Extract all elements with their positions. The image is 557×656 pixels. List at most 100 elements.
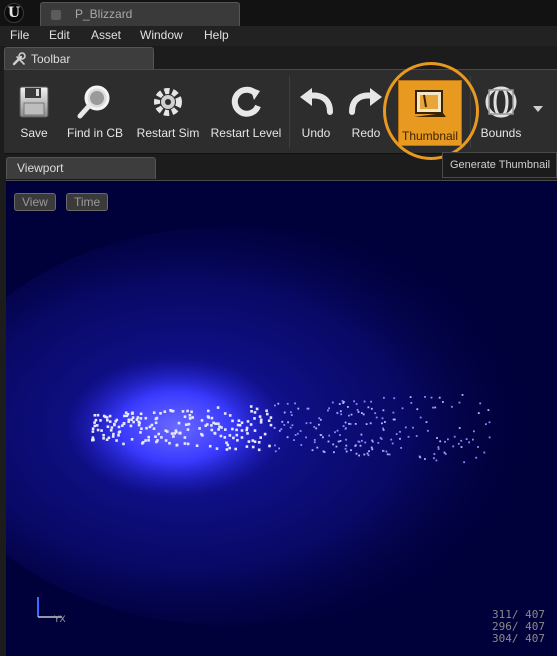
undo-button[interactable]: Undo xyxy=(294,78,338,148)
particle xyxy=(380,438,383,440)
save-button[interactable]: Save xyxy=(8,78,60,148)
particle xyxy=(181,410,185,413)
particle xyxy=(251,445,255,449)
menu-edit[interactable]: Edit xyxy=(49,28,70,42)
particle xyxy=(157,432,160,436)
particle xyxy=(144,416,148,420)
particle xyxy=(269,423,273,427)
menu-file[interactable]: File xyxy=(10,28,29,42)
particle xyxy=(235,428,238,432)
particle xyxy=(96,413,100,417)
particle xyxy=(358,454,360,457)
particle xyxy=(334,431,336,434)
particle xyxy=(277,402,280,405)
particle xyxy=(354,423,357,425)
find-in-cb-icon xyxy=(77,85,110,119)
particle xyxy=(184,423,188,426)
particle xyxy=(318,417,321,420)
restart-sim-label: Restart Sim xyxy=(136,126,200,140)
particle xyxy=(347,406,349,408)
particle xyxy=(382,427,384,430)
particle xyxy=(300,444,303,446)
particle xyxy=(348,422,350,425)
particle xyxy=(213,432,217,435)
particle xyxy=(253,411,257,414)
particle xyxy=(433,457,435,460)
particle xyxy=(108,420,112,423)
particle xyxy=(154,435,157,438)
particle xyxy=(309,422,312,424)
axis-widget: YX xyxy=(37,597,66,625)
particle xyxy=(350,449,352,452)
particle xyxy=(315,427,318,430)
particle xyxy=(340,413,343,416)
chevron-down-icon[interactable] xyxy=(533,106,543,112)
bounds-icon xyxy=(485,86,517,118)
viewport[interactable]: View Time YX 311/ 407 296/ 407 304/ 407 xyxy=(6,180,557,656)
restart-level-button[interactable]: Restart Level xyxy=(206,78,286,148)
particle xyxy=(251,439,255,442)
particle xyxy=(164,429,168,432)
particle xyxy=(294,434,297,436)
time-button[interactable]: Time xyxy=(66,193,109,211)
restart-sim-icon xyxy=(154,88,182,116)
particle xyxy=(483,451,486,454)
particle xyxy=(349,423,352,425)
particle xyxy=(393,397,396,400)
save-icon xyxy=(19,86,49,118)
particle xyxy=(382,450,385,452)
particle xyxy=(366,452,369,455)
particle xyxy=(125,414,129,418)
bounds-button[interactable]: Bounds xyxy=(476,78,526,148)
particle xyxy=(294,402,296,405)
particle xyxy=(129,424,133,428)
particle xyxy=(228,446,231,450)
particle xyxy=(377,441,380,444)
particle xyxy=(355,452,358,455)
particle xyxy=(332,443,335,446)
viewport-panel-tab[interactable]: Viewport xyxy=(6,157,156,179)
menu-asset[interactable]: Asset xyxy=(91,28,121,42)
document-tab[interactable]: P_Blizzard xyxy=(40,2,240,26)
particle xyxy=(191,416,194,419)
particle xyxy=(186,409,189,413)
find-in-cb-button[interactable]: Find in CB xyxy=(62,78,128,148)
particle xyxy=(200,419,204,422)
particle xyxy=(286,402,289,405)
particle xyxy=(178,431,182,435)
particle xyxy=(355,403,358,405)
particle xyxy=(327,409,329,412)
menu-window[interactable]: Window xyxy=(140,28,183,42)
particle xyxy=(318,423,320,426)
particle xyxy=(278,447,280,450)
particle xyxy=(94,418,98,422)
particle xyxy=(407,435,410,438)
view-button[interactable]: View xyxy=(14,193,56,211)
particle xyxy=(487,409,490,411)
particle xyxy=(225,448,229,451)
restart-sim-button[interactable]: Restart Sim xyxy=(132,78,204,148)
menu-help[interactable]: Help xyxy=(204,28,229,42)
particle xyxy=(409,396,412,398)
particle xyxy=(273,427,276,429)
redo-button[interactable]: Redo xyxy=(344,78,388,148)
particle xyxy=(305,436,307,439)
particle xyxy=(435,459,438,462)
particle xyxy=(359,444,362,447)
particle xyxy=(335,445,338,448)
particle xyxy=(105,416,109,419)
particle xyxy=(290,414,293,416)
particle xyxy=(234,447,237,451)
particle xyxy=(375,416,378,419)
particle xyxy=(130,418,133,421)
particle xyxy=(186,442,190,446)
viewport-tab-label: Viewport xyxy=(17,161,64,175)
toolbar-separator xyxy=(289,76,290,148)
particle xyxy=(232,436,235,440)
toolbar-panel-tab[interactable]: Toolbar xyxy=(4,47,154,69)
particle xyxy=(415,435,418,437)
toolbar-tab-label: Toolbar xyxy=(31,52,71,66)
find-in-cb-label: Find in CB xyxy=(66,126,124,140)
particle xyxy=(175,444,179,447)
particle xyxy=(458,401,461,404)
